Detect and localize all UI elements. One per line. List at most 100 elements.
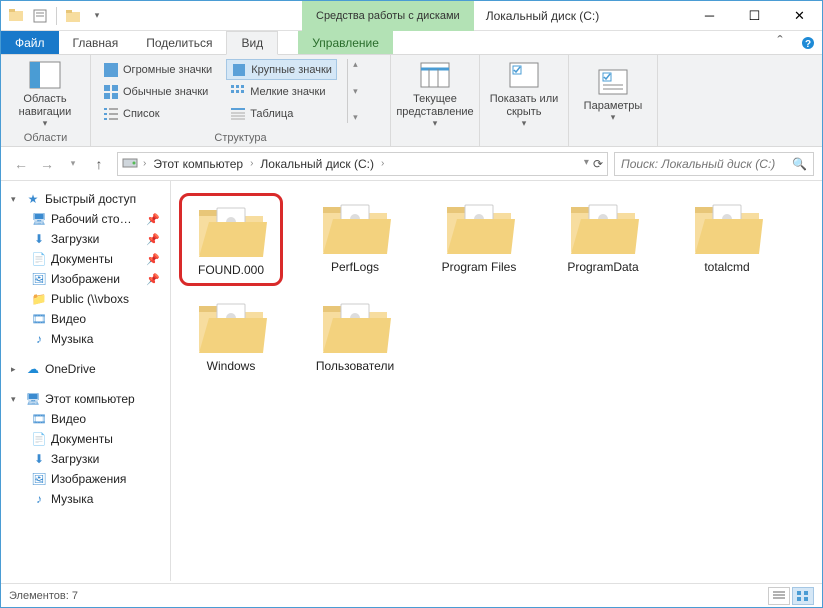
layout-small-icons[interactable]: Мелкие значки bbox=[226, 81, 337, 102]
layout-large-icons[interactable]: Крупные значки bbox=[226, 59, 337, 80]
pictures-icon: 🖼 bbox=[31, 471, 47, 487]
tree-documents[interactable]: 📄Документы📌 bbox=[1, 249, 170, 269]
folder-icon bbox=[195, 202, 267, 258]
folder-item[interactable]: Пользователи bbox=[303, 292, 407, 379]
folder-icon bbox=[567, 199, 639, 255]
pin-icon: 📌 bbox=[146, 233, 166, 246]
folder-item[interactable]: totalcmd bbox=[675, 193, 779, 286]
tab-file[interactable]: Файл bbox=[1, 31, 59, 54]
drive-icon bbox=[122, 155, 138, 172]
navigation-tree[interactable]: ▾★Быстрый доступ 🖥Рабочий сто…📌 ⬇Загрузк… bbox=[1, 181, 171, 581]
recent-locations-icon[interactable]: ▾ bbox=[61, 152, 85, 176]
minimize-button[interactable]: ─ bbox=[687, 1, 732, 30]
current-view-button[interactable]: Текущее представление▾ bbox=[399, 59, 471, 129]
chevron-right-icon[interactable]: › bbox=[378, 158, 387, 169]
tree-quick-access[interactable]: ▾★Быстрый доступ bbox=[1, 189, 170, 209]
tree-pictures2[interactable]: 🖼Изображения bbox=[1, 469, 170, 489]
up-button[interactable]: ↑ bbox=[87, 152, 111, 176]
downloads-icon: ⬇ bbox=[31, 451, 47, 467]
folder-item[interactable]: ProgramData bbox=[551, 193, 655, 286]
downloads-icon: ⬇ bbox=[31, 231, 47, 247]
tree-downloads2[interactable]: ⬇Загрузки bbox=[1, 449, 170, 469]
view-large-icons-toggle[interactable] bbox=[792, 587, 814, 605]
chevron-right-icon[interactable]: › bbox=[247, 158, 256, 169]
layout-huge-icons[interactable]: Огромные значки bbox=[99, 59, 216, 80]
folder-view[interactable]: FOUND.000 PerfLogs Program Files ProgramDat… bbox=[171, 181, 822, 581]
forward-button[interactable]: → bbox=[35, 152, 59, 176]
videos-icon: 🎞 bbox=[31, 411, 47, 427]
qat-newfolder-icon[interactable] bbox=[62, 5, 84, 27]
layout-medium-icons[interactable]: Обычные значки bbox=[99, 81, 216, 102]
documents-icon: 📄 bbox=[31, 431, 47, 447]
ribbon-group-layout-label: Структура bbox=[99, 130, 382, 144]
chevron-right-icon[interactable]: › bbox=[140, 158, 149, 169]
current-view-label: Текущее представление bbox=[396, 93, 473, 118]
tree-videos[interactable]: 🎞Видео bbox=[1, 309, 170, 329]
options-button[interactable]: Параметры▾ bbox=[577, 59, 649, 129]
pin-icon: 📌 bbox=[146, 253, 166, 266]
navigation-pane-button[interactable]: Область навигации ▾ bbox=[9, 59, 81, 129]
tab-home[interactable]: Главная bbox=[59, 31, 133, 54]
folder-item[interactable]: Program Files bbox=[427, 193, 531, 286]
ribbon-group-panes-label: Области bbox=[9, 130, 82, 144]
search-icon[interactable]: 🔍 bbox=[792, 157, 807, 171]
layout-gallery-scroll[interactable]: ▴▾▾ bbox=[347, 59, 361, 123]
onedrive-icon: ☁ bbox=[25, 361, 41, 377]
maximize-button[interactable]: ☐ bbox=[732, 1, 777, 30]
navigation-pane-label: Область навигации bbox=[9, 93, 81, 118]
refresh-icon[interactable]: ⟳ bbox=[593, 157, 603, 171]
layout-list[interactable]: Список bbox=[99, 103, 216, 124]
tree-pictures[interactable]: 🖼Изображени📌 bbox=[1, 269, 170, 289]
context-tab-drive-tools: Средства работы с дисками bbox=[302, 1, 474, 31]
close-button[interactable]: ✕ bbox=[777, 1, 822, 30]
qat-properties-icon[interactable] bbox=[29, 5, 51, 27]
tree-music[interactable]: ♪Музыка bbox=[1, 329, 170, 349]
tree-desktop[interactable]: 🖥Рабочий сто…📌 bbox=[1, 209, 170, 229]
tree-videos2[interactable]: 🎞Видео bbox=[1, 409, 170, 429]
star-icon: ★ bbox=[25, 191, 41, 207]
folder-item[interactable]: Windows bbox=[179, 292, 283, 379]
folder-label: Пользователи bbox=[316, 360, 394, 373]
collapse-ribbon-icon[interactable]: ˆ bbox=[766, 31, 794, 54]
pin-icon: 📌 bbox=[146, 273, 166, 286]
tree-music2[interactable]: ♪Музыка bbox=[1, 489, 170, 509]
folder-icon bbox=[319, 298, 391, 354]
search-input[interactable] bbox=[621, 157, 792, 171]
music-icon: ♪ bbox=[31, 491, 47, 507]
folder-item[interactable]: FOUND.000 bbox=[179, 193, 283, 286]
folder-label: FOUND.000 bbox=[198, 264, 264, 277]
pictures-icon: 🖼 bbox=[31, 271, 47, 287]
help-icon[interactable]: ? bbox=[794, 31, 822, 54]
tree-documents2[interactable]: 📄Документы bbox=[1, 429, 170, 449]
tab-manage[interactable]: Управление bbox=[298, 31, 393, 54]
tab-view[interactable]: Вид bbox=[226, 31, 278, 55]
breadcrumb-drive[interactable]: Локальный диск (C:) bbox=[258, 157, 376, 171]
tree-network-share[interactable]: 📁Public (\\vboxs bbox=[1, 289, 170, 309]
folder-icon bbox=[319, 199, 391, 255]
system-menu-icon[interactable] bbox=[5, 5, 27, 27]
address-dropdown-icon[interactable]: ▾ bbox=[584, 157, 589, 171]
options-label: Параметры bbox=[584, 100, 643, 113]
search-box[interactable]: 🔍 bbox=[614, 152, 814, 176]
back-button[interactable]: ← bbox=[9, 152, 33, 176]
qat-dropdown-icon[interactable]: ▾ bbox=[86, 5, 108, 27]
breadcrumb-root[interactable]: Этот компьютер bbox=[151, 157, 245, 171]
folder-icon bbox=[195, 298, 267, 354]
show-hide-button[interactable]: Показать или скрыть▾ bbox=[488, 59, 560, 129]
folder-label: Program Files bbox=[442, 261, 517, 274]
tree-this-pc[interactable]: ▾🖥Этот компьютер bbox=[1, 389, 170, 409]
tree-downloads[interactable]: ⬇Загрузки📌 bbox=[1, 229, 170, 249]
videos-icon: 🎞 bbox=[31, 311, 47, 327]
view-details-toggle[interactable] bbox=[768, 587, 790, 605]
status-item-count: Элементов: 7 bbox=[9, 590, 78, 602]
tree-onedrive[interactable]: ▸☁OneDrive bbox=[1, 359, 170, 379]
address-bar[interactable]: › Этот компьютер › Локальный диск (C:) ›… bbox=[117, 152, 608, 176]
music-icon: ♪ bbox=[31, 331, 47, 347]
folder-label: ProgramData bbox=[567, 261, 638, 274]
layout-details[interactable]: Таблица bbox=[226, 103, 337, 124]
folder-item[interactable]: PerfLogs bbox=[303, 193, 407, 286]
folder-label: PerfLogs bbox=[331, 261, 379, 274]
tab-share[interactable]: Поделиться bbox=[132, 31, 226, 54]
window-title: Локальный диск (C:) bbox=[474, 9, 600, 23]
folder-label: Windows bbox=[207, 360, 256, 373]
